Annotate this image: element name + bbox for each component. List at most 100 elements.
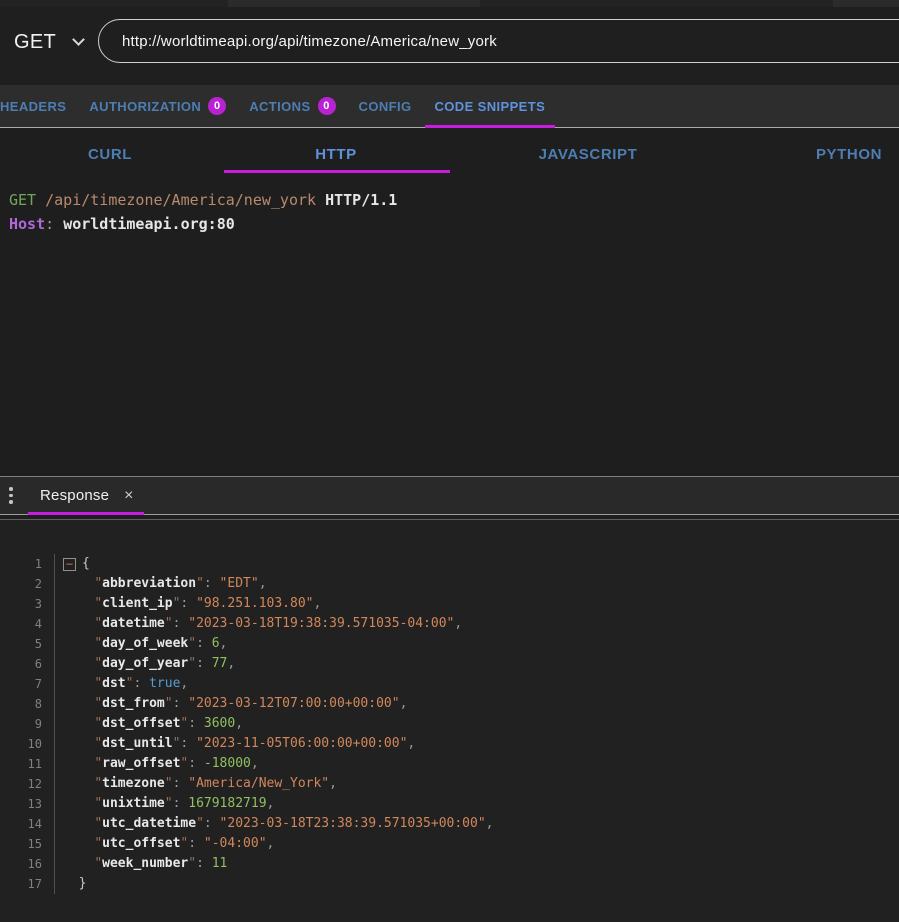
json-value: "-04:00" [204,834,267,854]
json-value: "2023-11-05T06:00:00+00:00" [196,734,407,754]
json-key: timezone [102,774,165,794]
window-top-edge [0,0,899,7]
http-request-line: GET /api/timezone/America/new_york HTTP/… [9,188,899,212]
actions-count-badge: 0 [318,97,336,115]
response-viewer: 1−{2 "abbreviation": "EDT",3 "client_ip"… [0,520,899,922]
kebab-menu-icon[interactable] [7,485,15,506]
tab-label: CONFIG [359,99,412,114]
tab-response[interactable]: Response × [40,477,134,514]
json-colon: : [204,574,220,594]
active-tab-underline [224,170,450,173]
response-line: 5 "day_of_week": 6, [0,634,899,654]
method-label: GET [14,31,56,54]
json-comma: , [180,674,188,694]
json-comma: , [407,734,415,754]
close-brace: } [63,874,86,894]
method-dropdown[interactable]: GET [14,24,83,60]
line-content: "day_of_week": 6, [54,634,227,654]
json-key-quote: " [94,774,102,794]
json-comma: , [313,594,321,614]
line-content: "dst": true, [54,674,188,694]
json-colon: : [196,634,212,654]
tab-label: HEADERS [0,99,66,114]
response-code: 1−{2 "abbreviation": "EDT",3 "client_ip"… [0,554,899,894]
json-key-quote: " [94,754,102,774]
json-key-quote: " [94,574,102,594]
json-comma: , [235,714,243,734]
json-key-quote: " [126,674,134,694]
tab-javascript[interactable]: JAVASCRIPT [539,128,638,180]
json-colon: : [173,794,189,814]
json-key: dst [102,674,125,694]
json-value: 1679182719 [188,794,266,814]
json-value: 3600 [204,714,235,734]
http-host-line: Host: worldtimeapi.org:80 [9,212,899,236]
indent [63,774,94,794]
tab-curl[interactable]: CURL [88,128,132,180]
response-line: 15 "utc_offset": "-04:00", [0,834,899,854]
json-value: "2023-03-12T07:00:00+00:00" [188,694,399,714]
json-colon: : [180,594,196,614]
json-key: abbreviation [102,574,196,594]
request-tab-bar: HEADERS AUTHORIZATION 0 ACTIONS 0 CONFIG… [0,85,899,128]
json-key-quote: " [94,834,102,854]
tab-actions[interactable]: ACTIONS 0 [249,85,335,127]
line-number: 12 [0,774,42,794]
json-key-quote: " [188,854,196,874]
json-key-quote: " [94,634,102,654]
http-method: GET [9,191,36,209]
line-content: } [54,874,86,894]
line-number: 8 [0,694,42,714]
tab-label: CODE SNIPPETS [434,99,545,114]
json-key: unixtime [102,794,165,814]
json-key-quote: " [94,654,102,674]
close-icon[interactable]: × [124,488,133,504]
tab-code-snippets[interactable]: CODE SNIPPETS [434,85,545,127]
collapse-toggle-icon[interactable]: − [63,558,76,571]
line-number: 4 [0,614,42,634]
open-brace: { [82,554,90,574]
line-number: 13 [0,794,42,814]
json-comma: , [486,814,494,834]
host-separator: : [45,215,54,233]
line-content: "dst_from": "2023-03-12T07:00:00+00:00", [54,694,407,714]
json-key-quote: " [94,814,102,834]
line-content: "timezone": "America/New_York", [54,774,337,794]
json-value: "America/New_York" [188,774,329,794]
indent [63,634,94,654]
url-field[interactable] [98,19,899,63]
line-number: 1 [0,554,42,574]
snippet-language-tabs: CURL HTTP JAVASCRIPT PYTHON [0,128,899,180]
line-content: "utc_offset": "-04:00", [54,834,274,854]
json-value: 77 [212,654,228,674]
url-input[interactable] [122,33,842,50]
json-comma: , [251,754,259,774]
line-number: 10 [0,734,42,754]
tab-config[interactable]: CONFIG [359,85,412,127]
line-number: 11 [0,754,42,774]
json-key-quote: " [94,714,102,734]
tab-label: AUTHORIZATION [89,99,201,114]
tab-python[interactable]: PYTHON [816,128,882,180]
line-content: "week_number": 11 [54,854,227,874]
line-number: 9 [0,714,42,734]
json-value: "2023-03-18T23:38:39.571035+00:00" [220,814,486,834]
json-colon: : [133,674,149,694]
tab-headers[interactable]: HEADERS [0,85,66,127]
tab-authorization[interactable]: AUTHORIZATION 0 [89,85,226,127]
line-number: 6 [0,654,42,674]
host-header-value: worldtimeapi.org:80 [63,215,235,233]
json-colon: : [188,754,204,774]
indent [63,594,94,614]
line-number: 17 [0,874,42,894]
json-key: utc_datetime [102,814,196,834]
json-value: "98.251.103.80" [196,594,313,614]
window-top-edge-segment [228,0,480,7]
json-comma: , [454,614,462,634]
response-line: 7 "dst": true, [0,674,899,694]
json-key: dst_from [102,694,165,714]
json-value: "EDT" [220,574,259,594]
json-colon: : [180,734,196,754]
json-colon: : [173,774,189,794]
json-key-quote: " [94,614,102,634]
